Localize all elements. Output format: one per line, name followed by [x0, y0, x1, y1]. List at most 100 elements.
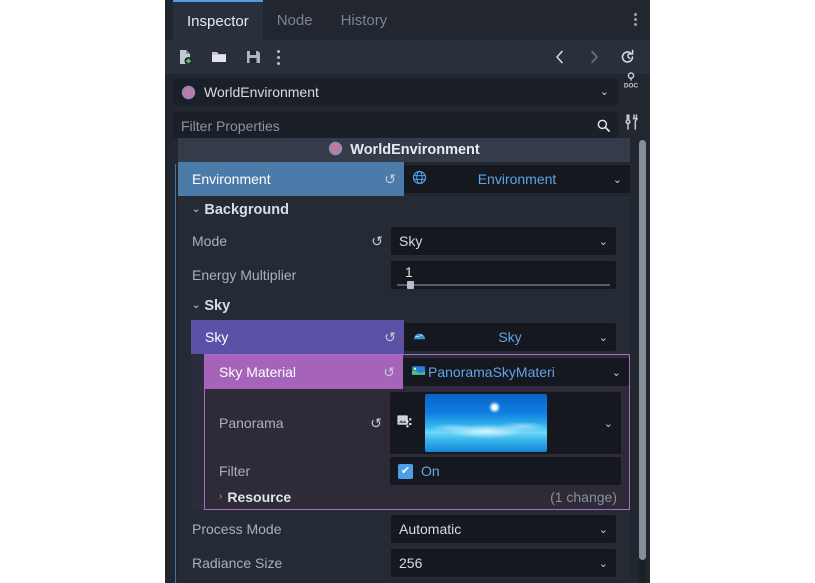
property-row-radiance-size: Radiance Size 256 ⌄ [178, 546, 630, 580]
object-tools-icon[interactable] [621, 112, 641, 132]
property-value-sky[interactable]: Sky ⌄ [404, 323, 616, 351]
tab-overflow-menu-icon[interactable] [626, 6, 644, 32]
property-row-mode: Mode ↺ Sky ⌄ [178, 224, 630, 258]
tab-history[interactable]: History [327, 0, 402, 40]
section-background[interactable]: ⌄ Background [178, 196, 630, 224]
revert-icon-panorama[interactable]: ↺ [370, 415, 382, 432]
texture-icon [396, 413, 413, 433]
toolbar-more-options-icon[interactable] [277, 49, 280, 65]
sky-resource-icon [412, 328, 427, 346]
environment-subproperties: ⌄ Background Mode ↺ Sky ⌄ Energy Multipl… [178, 196, 630, 580]
chevron-down-icon-sky-section: ⌄ [192, 300, 201, 311]
property-label-process-mode-text: Process Mode [192, 521, 282, 537]
property-value-sky-material[interactable]: PanoramaSkyMateri ⌄ [403, 358, 629, 386]
property-label-sky[interactable]: Sky ↺ [191, 320, 404, 354]
property-row-process-mode: Process Mode Automatic ⌄ [178, 512, 630, 546]
history-forward-icon[interactable] [584, 47, 604, 67]
object-header: WorldEnvironment [178, 138, 630, 162]
resource-change-count: (1 change) [550, 489, 617, 505]
inspector-toolbar [165, 40, 650, 74]
tab-node[interactable]: Node [263, 0, 327, 40]
property-value-radiance-size[interactable]: 256 ⌄ [391, 549, 616, 577]
node-selector[interactable]: WorldEnvironment ⌄ [173, 78, 618, 106]
property-label-process-mode: Process Mode [178, 512, 391, 546]
filter-checkbox[interactable]: ✔ [398, 463, 413, 479]
property-label-sky-text: Sky [205, 329, 229, 345]
revert-icon-environment[interactable]: ↺ [384, 171, 396, 188]
property-row-sky-material: Sky Material ↺ PanoramaSkyMateri ⌄ [204, 354, 630, 389]
property-label-panorama-text: Panorama [219, 415, 284, 431]
property-label-mode-text: Mode [192, 233, 228, 249]
inspector-panel: Inspector Node History WorldEnvironment … [165, 0, 650, 583]
energy-multiplier-value: 1 [405, 263, 413, 280]
open-resource-icon[interactable] [209, 47, 229, 67]
filter-properties-input[interactable]: Filter Properties [173, 112, 618, 140]
energy-multiplier-slider[interactable] [397, 280, 610, 289]
property-value-process-mode-text: Automatic [399, 521, 462, 537]
property-label-panorama: Panorama ↺ [205, 389, 390, 457]
property-label-radiance-size: Radiance Size [178, 546, 391, 580]
property-value-process-mode[interactable]: Automatic ⌄ [391, 515, 616, 543]
chevron-down-icon-sky[interactable]: ⌄ [599, 331, 608, 344]
chevron-down-icon-background: ⌄ [192, 204, 201, 215]
property-label-environment-text: Environment [192, 171, 271, 187]
property-label-mode: Mode ↺ [178, 224, 391, 258]
sky-subproperties: Sky Material ↺ PanoramaSkyMateri ⌄ Panor… [191, 354, 630, 510]
inspector-scrollbar[interactable] [639, 140, 646, 583]
chevron-down-icon-environment[interactable]: ⌄ [613, 173, 622, 186]
property-value-environment[interactable]: Environment ⌄ [404, 165, 630, 193]
property-value-radiance-size-text: 256 [399, 555, 423, 571]
property-row-filter: Filter ✔ On [205, 457, 629, 485]
section-resource[interactable]: › Resource (1 change) [205, 485, 629, 509]
object-header-title: WorldEnvironment [350, 142, 480, 158]
property-row-environment: Environment ↺ Environment ⌄ [178, 162, 650, 196]
revert-icon-sky[interactable]: ↺ [384, 329, 396, 346]
chevron-right-icon-resource: › [219, 491, 223, 502]
property-value-mode[interactable]: Sky ⌄ [391, 227, 616, 255]
property-label-filter-text: Filter [219, 463, 251, 479]
property-label-energy-multiplier: Energy Multiplier [178, 258, 391, 292]
inspector-properties: WorldEnvironment Environment ↺ Environme… [165, 138, 650, 583]
energy-multiplier-slider-handle[interactable] [407, 280, 414, 289]
inspector-scrollbar-thumb[interactable] [639, 140, 646, 560]
tab-bar: Inspector Node History [165, 0, 650, 40]
new-resource-icon[interactable] [175, 47, 195, 67]
property-row-energy-multiplier: Energy Multiplier 1 [178, 258, 630, 292]
history-back-icon[interactable] [550, 47, 570, 67]
revert-icon-mode[interactable]: ↺ [371, 233, 383, 250]
panorama-texture-preview[interactable] [425, 394, 547, 452]
svg-text:DOC: DOC [624, 82, 639, 89]
toolbar-left-group [175, 47, 280, 67]
property-value-energy-multiplier[interactable]: 1 [391, 261, 616, 289]
open-documentation-icon[interactable]: DOC [621, 70, 641, 90]
tab-inspector[interactable]: Inspector [173, 0, 263, 40]
section-resource-label: Resource [227, 489, 292, 505]
chevron-down-icon-sky-material[interactable]: ⌄ [612, 366, 621, 379]
chevron-down-icon-radiance-size[interactable]: ⌄ [599, 557, 608, 570]
search-icon[interactable] [596, 118, 611, 136]
property-label-filter: Filter [205, 457, 390, 485]
tab-inspector-label: Inspector [187, 12, 249, 30]
chevron-down-icon-panorama[interactable]: ⌄ [604, 417, 613, 430]
panorama-sky-material-icon [411, 363, 426, 381]
property-value-panorama[interactable]: ⌄ [390, 392, 621, 454]
inspector-side-icons: DOC [616, 40, 646, 132]
chevron-down-icon-process-mode[interactable]: ⌄ [599, 523, 608, 536]
check-icon: ✔ [400, 464, 411, 477]
property-label-sky-material[interactable]: Sky Material ↺ [205, 355, 403, 389]
chevron-down-icon-mode[interactable]: ⌄ [599, 235, 608, 248]
section-background-label: Background [204, 202, 289, 218]
chevron-down-icon[interactable]: ⌄ [600, 86, 609, 98]
property-label-environment[interactable]: Environment ↺ [178, 162, 404, 196]
save-resource-icon[interactable] [243, 47, 263, 67]
section-sky-label: Sky [204, 298, 231, 314]
environment-resource-icon [412, 170, 427, 188]
section-sky[interactable]: ⌄ Sky [178, 292, 630, 320]
node-selector-label: WorldEnvironment [204, 84, 319, 100]
filter-state-label: On [421, 463, 440, 479]
property-value-sky-material-text: PanoramaSkyMateri [428, 364, 555, 380]
tab-history-label: History [340, 11, 388, 29]
property-value-filter[interactable]: ✔ On [390, 457, 621, 485]
property-row-panorama: Panorama ↺ ⌄ [205, 389, 629, 457]
revert-icon-sky-material[interactable]: ↺ [383, 364, 395, 381]
